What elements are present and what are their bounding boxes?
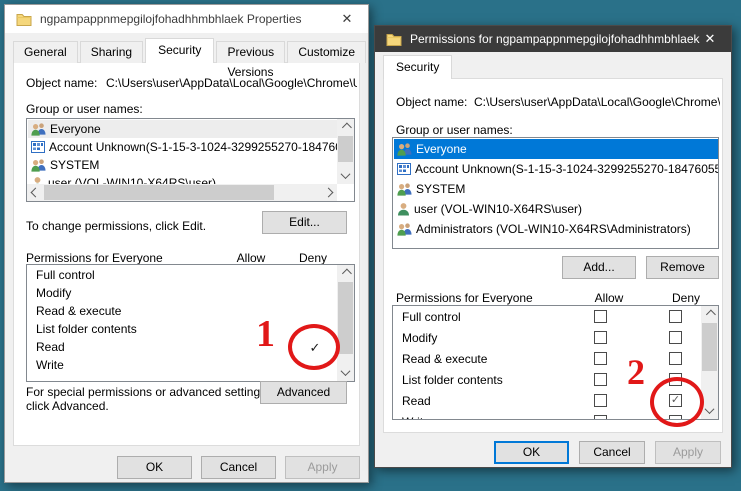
annotation-step-2: 2 [627, 352, 645, 392]
group-users-icon [31, 158, 46, 172]
titlebar[interactable]: Permissions for ngpampappnmepgilojfohadh… [375, 26, 731, 52]
close-icon[interactable]: ✕ [326, 5, 368, 33]
folder-icon [16, 13, 32, 26]
tab-security[interactable]: Security [145, 38, 215, 63]
list-item-everyone[interactable]: Everyone [28, 120, 338, 138]
allow-checkbox[interactable] [594, 415, 607, 419]
list-item-administrators[interactable]: Administrators (VOL-WIN10-X64RS\Administ… [394, 219, 718, 239]
annotation-circle-1 [288, 324, 340, 370]
permission-row-read-execute: Read & execute [394, 349, 702, 370]
list-item-everyone[interactable]: Everyone [394, 139, 718, 159]
properties-dialog: ngpampappnmepgilojfohadhhmbhlaek Propert… [4, 4, 369, 483]
apply-button: Apply [655, 441, 721, 464]
permission-row-full-control: Full control [394, 307, 702, 328]
edit-hint: To change permissions, click Edit. [26, 219, 207, 233]
advanced-button[interactable]: Advanced [260, 381, 347, 404]
add-button[interactable]: Add... [562, 256, 636, 279]
vertical-scrollbar[interactable] [337, 119, 354, 184]
tab-security[interactable]: Security [383, 55, 453, 79]
scroll-right-icon[interactable] [320, 184, 337, 201]
titlebar[interactable]: ngpampappnmepgilojfohadhhmbhlaek Propert… [5, 5, 368, 33]
list-item-user[interactable]: user (VOL-WIN10-X64RS\user) [394, 199, 718, 219]
deny-checkbox[interactable] [669, 352, 682, 365]
permission-row-modify: Modify [394, 328, 702, 349]
allow-checkbox[interactable] [594, 352, 607, 365]
scroll-up-icon[interactable] [701, 306, 718, 323]
group-users-icon [397, 142, 412, 156]
list-item-account-unknown[interactable]: Account Unknown(S-1-15-3-1024-3299255270… [394, 159, 718, 179]
deny-column-header: Deny [298, 251, 327, 265]
tab-general[interactable]: General [13, 41, 78, 63]
close-icon[interactable]: ✕ [689, 26, 731, 52]
window-title: Permissions for ngpampappnmepgilojfohadh… [410, 32, 700, 46]
allow-column-header: Allow [236, 251, 266, 265]
advanced-hint-line1: For special permissions or advanced sett… [26, 385, 270, 399]
security-tab-page: Object name: C:\Users\user\AppData\Local… [13, 62, 360, 446]
tab-sharing[interactable]: Sharing [79, 41, 144, 63]
allow-checkbox[interactable] [594, 373, 607, 386]
allow-checkbox[interactable] [594, 310, 607, 323]
scroll-up-icon[interactable] [337, 265, 354, 282]
permission-row-modify[interactable]: Modify [28, 284, 338, 302]
ok-button[interactable]: OK [117, 456, 192, 479]
dialog-buttons: OK Cancel Apply [375, 441, 721, 464]
deny-checkbox[interactable] [669, 310, 682, 323]
cancel-button[interactable]: Cancel [201, 456, 276, 479]
group-users-icon [31, 122, 46, 136]
scroll-down-icon[interactable] [337, 167, 354, 184]
annotation-circle-2 [650, 377, 704, 427]
object-name-value: C:\Users\user\AppData\Local\Google\Chrom… [474, 95, 720, 109]
annotation-step-1: 1 [256, 313, 275, 355]
permission-row-read-execute[interactable]: Read & execute [28, 302, 338, 320]
vertical-scrollbar[interactable] [337, 265, 354, 381]
scroll-down-icon[interactable] [337, 364, 354, 381]
edit-button[interactable]: Edit... [262, 211, 347, 234]
folder-icon [386, 33, 402, 46]
object-name-label: Object name: [396, 95, 468, 109]
list-item-system[interactable]: SYSTEM [394, 179, 718, 199]
scroll-up-icon[interactable] [337, 119, 354, 136]
window-title: ngpampappnmepgilojfohadhhmbhlaek Propert… [40, 12, 302, 26]
group-names-label: Group or user names: [26, 102, 143, 116]
scroll-left-icon[interactable] [27, 184, 44, 201]
group-names-list: Everyone Account Unknown(S-1-15-3-1024-3… [392, 137, 719, 249]
ok-button[interactable]: OK [494, 441, 569, 464]
list-item-account-unknown[interactable]: Account Unknown(S-1-15-3-1024-3299255270… [28, 138, 338, 156]
account-unknown-icon [31, 141, 45, 153]
tab-customize[interactable]: Customize [287, 41, 366, 63]
group-names-label: Group or user names: [396, 123, 513, 137]
tab-strip: Security [383, 55, 454, 79]
allow-checkbox[interactable] [594, 331, 607, 344]
object-name-label: Object name: [26, 76, 98, 90]
permission-row-full-control[interactable]: Full control [28, 266, 338, 284]
group-users-icon [397, 182, 412, 196]
group-names-list: Everyone Account Unknown(S-1-15-3-1024-3… [26, 118, 355, 202]
allow-column-header: Allow [594, 291, 624, 305]
group-users-icon [397, 222, 412, 236]
advanced-hint-line2: click Advanced. [26, 399, 109, 413]
deny-checkbox[interactable] [669, 331, 682, 344]
account-unknown-icon [397, 163, 411, 175]
deny-column-header: Deny [671, 291, 700, 305]
apply-button: Apply [285, 456, 360, 479]
tab-strip: General Sharing Security Previous Versio… [13, 38, 368, 79]
list-item-system[interactable]: SYSTEM [28, 156, 338, 174]
tab-previous-versions[interactable]: Previous Versions [216, 41, 286, 79]
horizontal-scrollbar[interactable] [27, 184, 337, 201]
remove-button[interactable]: Remove [646, 256, 719, 279]
permissions-header: Permissions for Everyone [26, 251, 163, 265]
dialog-buttons: OK Cancel Apply [5, 456, 360, 479]
user-icon [397, 202, 410, 216]
cancel-button[interactable]: Cancel [579, 441, 645, 464]
allow-checkbox[interactable] [594, 394, 607, 407]
permissions-header: Permissions for Everyone [396, 291, 533, 305]
